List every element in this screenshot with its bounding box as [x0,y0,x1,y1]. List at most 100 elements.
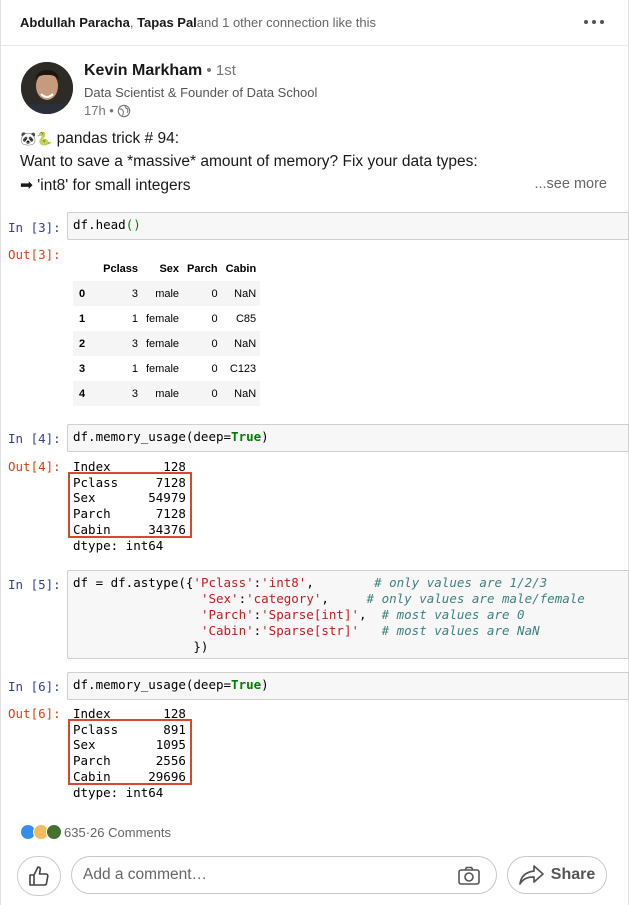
dot [592,20,596,24]
share-label: Share [550,866,596,883]
table-cell: 0 [211,362,218,375]
code-text: .head [88,217,126,232]
code-text: ) [261,429,269,444]
code-line: }) [73,639,209,654]
output-line: dtype: int64 [73,784,164,800]
table-cell: female [146,312,180,325]
table-cell: 3 [131,337,138,350]
reaction-icons[interactable] [20,824,62,840]
see-more-link[interactable]: ...see more [534,176,607,192]
code-cell-3: df.head() [67,212,629,240]
timestamp-text: 17h • [84,103,114,118]
table-row: 1 1 female 0 C85 [73,306,260,331]
post-card: Abdullah Paracha, Tapas Pal and 1 other … [0,0,629,905]
column-header: Cabin [225,262,257,275]
code-string: 'Sparse[str]' [261,623,359,638]
author-name[interactable]: Kevin Markham • 1st [84,62,236,80]
row-index: 4 [79,387,86,400]
row-index: 3 [79,362,86,375]
table-cell: male [155,287,180,300]
table-cell: 1 [131,362,138,375]
table-cell: 3 [131,287,138,300]
code-text: df [73,217,89,232]
out-prompt-4: Out[4]: [8,459,61,474]
column-header: Pclass [103,262,138,275]
thumbs-up-icon [29,866,49,886]
post-line-3: ➡ 'int8' for small integers [20,176,191,195]
code-string: 'Cabin' [200,623,254,638]
table-cell: female [146,362,180,375]
table-cell: 3 [131,387,138,400]
table-row: 3 1 female 0 C123 [73,356,260,381]
comments-count[interactable]: 26 Comments [90,825,171,840]
code-comment: # most values are 0 [381,607,525,622]
row-index: 2 [79,337,86,350]
like-button[interactable] [17,856,61,896]
code-comment: # only values are male/female [366,591,585,606]
dot [600,20,604,24]
table-cell: 1 [131,312,138,325]
table-cell: NaN [234,337,257,350]
camera-icon[interactable] [457,865,481,887]
author-headline: Data Scientist & Founder of Data School [84,85,318,100]
post-line-1-text: pandas trick # 94: [52,130,180,147]
comment-input[interactable]: Add a comment… [71,856,497,894]
connection-rest: and 1 other connection like this [196,15,377,30]
code-keyword: True [231,429,262,444]
code-cell-6: df.memory_usage(deep=True) [67,672,629,700]
notebook-screenshot: In [3]: df.head() Out[3]: Pclass Sex Par… [1,205,629,822]
code-string: 'Pclass' [193,575,254,590]
right-arrow-icon: ➡ [20,177,33,194]
code-string: 'int8' [261,575,307,590]
social-counts: 635 · 26 Comments [20,824,171,840]
author-name-text[interactable]: Kevin Markham [84,62,202,79]
code-string: 'Parch' [200,607,254,622]
comment-placeholder: Add a comment… [83,866,208,883]
social-context-bar: Abdullah Paracha, Tapas Pal and 1 other … [1,0,629,46]
avatar[interactable] [21,62,73,114]
highlight-box [68,719,192,785]
index-header [73,256,99,281]
table-cell: 0 [211,312,218,325]
code-text: , [321,591,329,606]
table-row: 2 3 female 0 NaN [73,331,261,356]
table-row: 0 3 male 0 NaN [73,281,261,306]
table-row: 4 3 male 0 NaN [73,381,261,406]
table-cell: female [146,337,180,350]
panda-snake-emoji: 🐼🐍 [20,131,53,146]
code-keyword: True [231,677,262,692]
connection-name-2[interactable]: Tapas Pal [137,15,197,30]
post-line-2: Want to save a *massive* amount of memor… [20,153,478,170]
share-arrow-icon [518,865,544,885]
in-prompt-3: In [3]: [8,220,61,235]
post-line-1: 🐼🐍 pandas trick # 94: [20,130,179,148]
in-prompt-4: In [4]: [8,431,61,446]
code-text: ) [261,677,269,692]
code-text: df.memory_usage(deep= [73,429,232,444]
code-string: 'category' [246,591,322,606]
highlight-box [68,472,192,538]
code-string: 'Sex' [200,591,239,606]
post-line-3-text: 'int8' for small integers [33,177,191,194]
code-text: df = df.astype({ [73,575,194,590]
table-cell: NaN [234,387,257,400]
output-line: dtype: int64 [73,537,164,553]
more-options-button[interactable] [582,14,606,30]
in-prompt-6: In [6]: [8,679,61,694]
code-comment: # most values are NaN [381,623,540,638]
row-index: 1 [79,312,86,325]
table-cell: 0 [211,287,218,300]
support-reaction-icon [46,824,62,840]
connection-name-1[interactable]: Abdullah Paracha [20,15,130,30]
share-button[interactable]: Share [507,856,607,894]
table-cell: 0 [211,337,218,350]
code-cell-5: df = df.astype({'Pclass':'int8', # only … [67,570,629,659]
reaction-count[interactable]: 635 [64,825,86,840]
dataframe-table: Pclass Sex Parch Cabin 0 3 male 0 NaN 1 … [73,256,261,406]
